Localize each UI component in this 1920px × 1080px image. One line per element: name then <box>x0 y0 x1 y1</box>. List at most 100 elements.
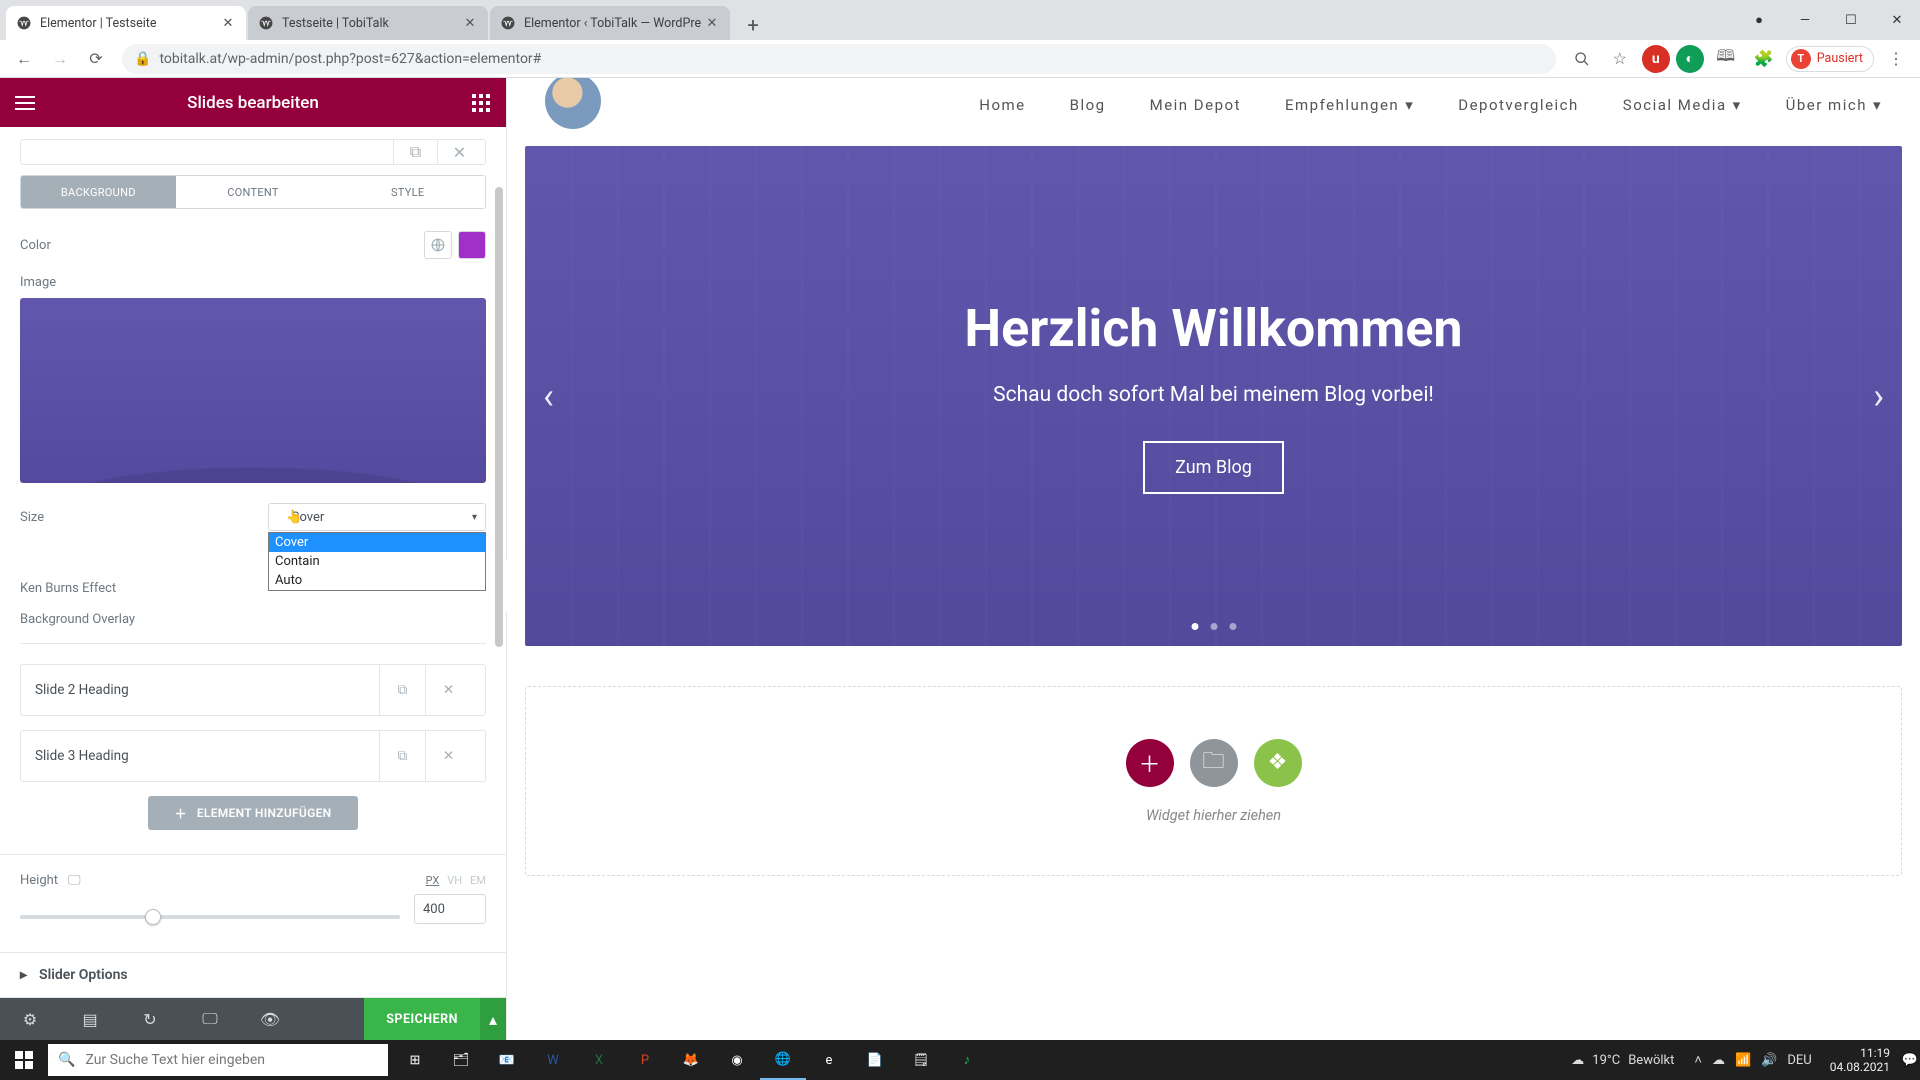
minimize-button[interactable]: — <box>1782 0 1828 40</box>
browser-tab-2[interactable]: Testseite | TobiTalk ✕ <box>248 6 488 40</box>
close-window-button[interactable]: ✕ <box>1874 0 1920 40</box>
taskbar-search[interactable]: 🔍 Zur Suche Text hier eingeben <box>48 1044 388 1076</box>
slide-next-arrow[interactable]: › <box>1873 375 1884 417</box>
profile-paused-pill[interactable]: T Pausiert <box>1786 46 1874 72</box>
taskbar-app-chrome[interactable]: 🌐 <box>760 1040 806 1080</box>
add-section-button[interactable]: ＋ <box>1126 739 1174 787</box>
hero-slide[interactable]: ‹ › Herzlich Willkommen Schau doch sofor… <box>525 146 1902 646</box>
unit-px[interactable]: PX <box>426 874 440 887</box>
close-icon[interactable]: ✕ <box>462 15 478 31</box>
duplicate-icon[interactable]: ⧉ <box>393 140 437 164</box>
unit-em[interactable]: EM <box>470 874 486 887</box>
browser-tab-3[interactable]: Elementor ‹ TobiTalk — WordPre ✕ <box>490 6 730 40</box>
taskbar-app-obs[interactable]: ◉ <box>714 1040 760 1080</box>
task-view-icon[interactable]: ⊞ <box>392 1040 438 1080</box>
responsive-icon[interactable]: 🖵 <box>68 873 81 888</box>
preview-eye-icon[interactable]: 👁 <box>240 998 300 1040</box>
tray-onedrive-icon[interactable]: ☁ <box>1712 1053 1725 1068</box>
taskbar-app-excel[interactable]: X <box>576 1040 622 1080</box>
save-button[interactable]: SPEICHERN <box>364 998 480 1040</box>
taskbar-weather[interactable]: ☁ 19°C Bewölkt <box>1559 1053 1686 1068</box>
slide-dot-2[interactable] <box>1210 623 1217 630</box>
size-option-contain[interactable]: Contain <box>269 552 485 571</box>
nav-depot[interactable]: Mein Depot <box>1150 96 1241 114</box>
zoom-icon[interactable] <box>1566 43 1598 75</box>
taskbar-app-firefox[interactable]: 🦊 <box>668 1040 714 1080</box>
address-bar[interactable]: 🔒 tobitalk.at/wp-admin/post.php?post=627… <box>122 44 1556 74</box>
responsive-mode-icon[interactable]: 🖵 <box>180 998 240 1040</box>
reload-button[interactable]: ⟳ <box>80 43 112 75</box>
bookmark-star-icon[interactable]: ☆ <box>1604 43 1636 75</box>
taskbar-app-word[interactable]: W <box>530 1040 576 1080</box>
add-template-button[interactable]: 🗀 <box>1190 739 1238 787</box>
navigator-icon[interactable]: ▤ <box>60 998 120 1040</box>
panel-menu-icon[interactable] <box>12 90 38 116</box>
settings-gear-icon[interactable]: ⚙ <box>0 998 60 1040</box>
duplicate-icon[interactable]: ⧉ <box>379 665 425 715</box>
taskbar-app-mail[interactable]: 📧 <box>484 1040 530 1080</box>
tab-style[interactable]: STYLE <box>330 176 485 208</box>
taskbar-app-edge[interactable]: e <box>806 1040 852 1080</box>
maximize-button[interactable]: ☐ <box>1828 0 1874 40</box>
nav-blog[interactable]: Blog <box>1070 96 1106 114</box>
reading-list-icon[interactable]: 🕮 <box>1710 43 1742 75</box>
unit-vh[interactable]: VH <box>447 874 462 887</box>
start-button[interactable] <box>0 1040 48 1080</box>
add-element-button[interactable]: ＋ ELEMENT HINZUFÜGEN <box>148 796 358 830</box>
height-slider[interactable] <box>20 915 400 919</box>
close-icon[interactable]: ✕ <box>220 15 236 31</box>
back-button[interactable]: ← <box>8 43 40 75</box>
globe-icon[interactable] <box>424 231 452 259</box>
background-image-preview[interactable] <box>20 298 486 483</box>
tray-wifi-icon[interactable]: 📶 <box>1735 1053 1751 1068</box>
duplicate-icon[interactable]: ⧉ <box>379 731 425 781</box>
remove-icon[interactable]: ✕ <box>425 731 471 781</box>
tab-content[interactable]: CONTENT <box>176 176 331 208</box>
widget-dropzone[interactable]: ＋ 🗀 ❖ Widget hierher ziehen <box>525 686 1902 876</box>
close-icon[interactable]: ✕ <box>704 15 720 31</box>
hero-cta-button[interactable]: Zum Blog <box>1143 441 1284 494</box>
nav-home[interactable]: Home <box>979 96 1025 114</box>
size-select[interactable]: Cover ▾ <box>268 503 486 531</box>
taskbar-app-notepad[interactable]: 🗒 <box>898 1040 944 1080</box>
browser-tab-1[interactable]: Elementor | Testseite ✕ <box>6 6 246 40</box>
new-tab-button[interactable]: + <box>738 10 768 40</box>
nav-empfehlungen[interactable]: Empfehlungen▾ <box>1285 96 1414 114</box>
slide-dot-1[interactable] <box>1191 623 1198 630</box>
taskbar-clock[interactable]: 11:19 04.08.2021 <box>1820 1046 1900 1074</box>
color-swatch[interactable] <box>458 231 486 259</box>
panel-scrollbar[interactable] <box>495 187 503 647</box>
taskbar-app-reader[interactable]: 📄 <box>852 1040 898 1080</box>
nav-ueber[interactable]: Über mich▾ <box>1786 96 1882 114</box>
nav-social[interactable]: Social Media▾ <box>1623 96 1742 114</box>
slide-item-3[interactable]: Slide 3 Heading ⧉ ✕ <box>20 730 486 782</box>
remove-icon[interactable]: ✕ <box>425 665 471 715</box>
slider-handle[interactable] <box>145 909 161 925</box>
nav-depotvergleich[interactable]: Depotvergleich <box>1458 96 1579 114</box>
panel-apps-icon[interactable] <box>468 90 494 116</box>
system-tray[interactable]: ˄ ☁ 📶 🔊 DEU <box>1686 1052 1819 1068</box>
forward-button[interactable]: → <box>44 43 76 75</box>
extensions-puzzle-icon[interactable]: 🧩 <box>1748 43 1780 75</box>
kebab-menu-icon[interactable]: ⋮ <box>1880 43 1912 75</box>
add-envato-button[interactable]: ❖ <box>1254 739 1302 787</box>
taskbar-app-spotify[interactable]: ♪ <box>944 1040 990 1080</box>
site-logo[interactable] <box>545 78 601 129</box>
save-options-caret[interactable]: ▴ <box>480 998 506 1040</box>
tray-volume-icon[interactable]: 🔊 <box>1761 1053 1777 1068</box>
history-icon[interactable]: ↻ <box>120 998 180 1040</box>
record-icon[interactable]: ● <box>1736 0 1782 40</box>
slide-prev-arrow[interactable]: ‹ <box>543 375 554 417</box>
taskbar-app-powerpoint[interactable]: P <box>622 1040 668 1080</box>
tray-chevron-up-icon[interactable]: ˄ <box>1694 1052 1702 1068</box>
extension-ublock-icon[interactable]: u <box>1642 45 1670 73</box>
size-option-cover[interactable]: Cover <box>269 533 485 552</box>
slide-dot-3[interactable] <box>1229 623 1236 630</box>
remove-icon[interactable]: ✕ <box>437 140 481 164</box>
extension-icon[interactable]: ◐ <box>1676 45 1704 73</box>
tray-lang[interactable]: DEU <box>1787 1053 1811 1068</box>
height-input[interactable]: 400 <box>414 894 486 924</box>
tab-background[interactable]: BACKGROUND <box>21 176 176 208</box>
taskbar-app-explorer[interactable]: 🗂 <box>438 1040 484 1080</box>
slider-options-section[interactable]: ▸ Slider Options <box>0 952 506 998</box>
